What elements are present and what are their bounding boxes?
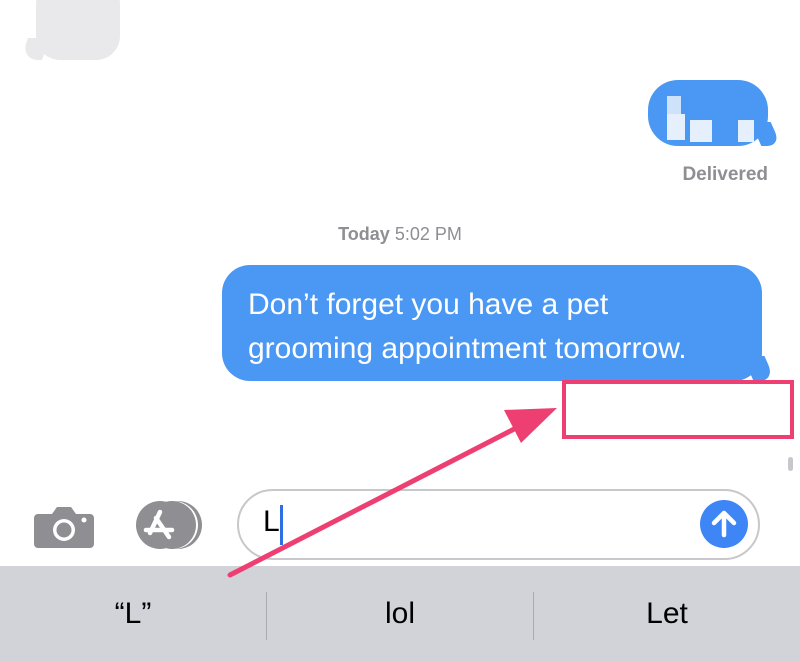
redacted-pixel (738, 120, 754, 142)
apps-button[interactable] (134, 500, 206, 550)
camera-button[interactable] (34, 504, 94, 548)
redacted-pixel (690, 120, 712, 142)
text-cursor (280, 505, 283, 545)
suggestion-let[interactable]: Let (534, 566, 800, 662)
delivered-status: Delivered (682, 164, 768, 185)
message-timestamp: Today 5:02 PM (0, 224, 800, 245)
camera-icon (34, 507, 94, 548)
scrollbar-thumb[interactable] (788, 457, 793, 471)
app-store-icon (136, 501, 202, 549)
sent-message-line: Don’t forget you have a pet (248, 288, 609, 321)
redacted-pixel (667, 96, 681, 114)
annotation-highlight-box (562, 380, 794, 439)
received-message-bubble[interactable] (36, 0, 120, 60)
arrow-up-icon (711, 510, 737, 538)
suggestion-quoted[interactable]: “L” (0, 566, 266, 662)
timestamp-day: Today (338, 224, 390, 244)
message-input-text[interactable]: L (263, 505, 280, 539)
redacted-pixel (667, 114, 685, 140)
message-input-field[interactable] (237, 489, 760, 560)
suggestion-lol[interactable]: lol (267, 566, 533, 662)
sent-message-line: grooming appointment tomorrow. (248, 332, 687, 365)
sent-message-bubble[interactable]: Don’t forget you have a pet grooming app… (222, 265, 762, 381)
timestamp-time: 5:02 PM (394, 224, 462, 244)
send-button[interactable] (700, 500, 748, 548)
